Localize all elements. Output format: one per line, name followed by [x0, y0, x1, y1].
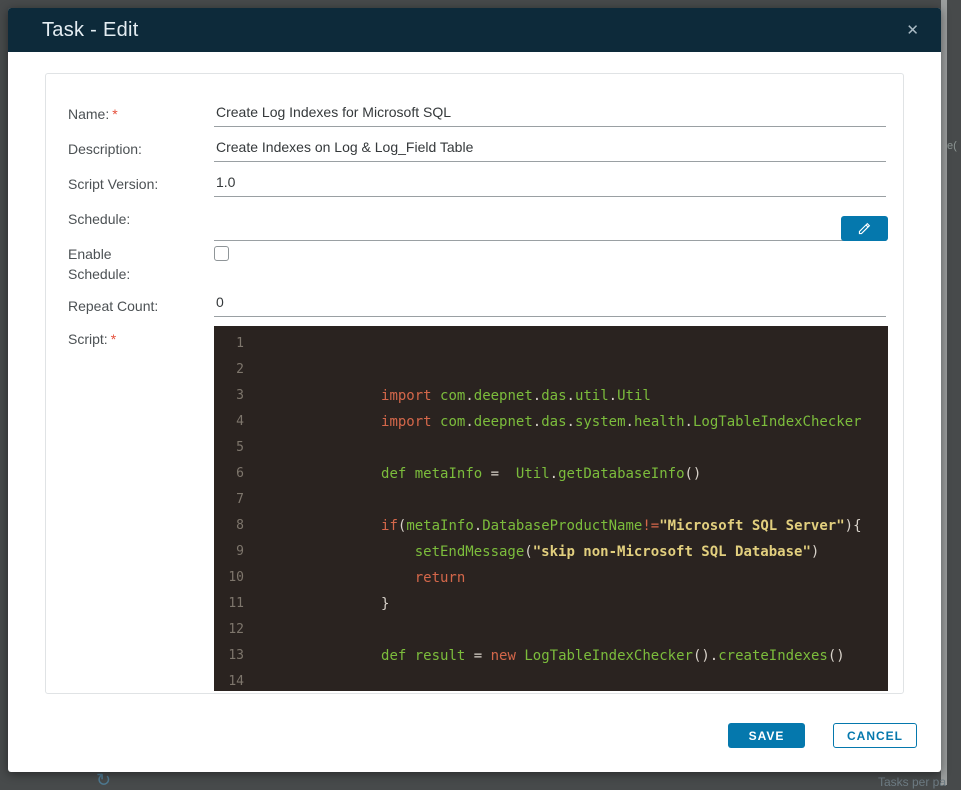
code-text — [244, 617, 263, 643]
repeat-count-input[interactable] — [214, 291, 886, 317]
code-text: setEndMessage("skip non-Microsoft SQL Da… — [244, 539, 819, 565]
task-edit-dialog: Task - Edit ✕ Name:* Description: Script… — [8, 8, 941, 772]
script-version-label: Script Version: — [68, 174, 158, 194]
line-number: 2 — [214, 357, 244, 383]
code-line: 13 def result = new LogTableIndexChecker… — [214, 643, 888, 669]
required-asterisk: * — [111, 331, 116, 347]
code-line: 9 setEndMessage("skip non-Microsoft SQL … — [214, 539, 888, 565]
code-text: def result = new LogTableIndexChecker().… — [244, 643, 845, 669]
code-line: 6 def metaInfo = Util.getDatabaseInfo() — [214, 461, 888, 487]
enable-schedule-checkbox[interactable] — [214, 246, 229, 261]
code-line: 14 — [214, 669, 888, 691]
refresh-icon: ↻ — [96, 771, 111, 789]
code-line: 11 } — [214, 591, 888, 617]
line-number: 7 — [214, 487, 244, 513]
name-label: Name:* — [68, 104, 118, 124]
schedule-input[interactable] — [214, 215, 886, 241]
code-text: return — [244, 565, 465, 591]
required-asterisk: * — [112, 106, 117, 122]
code-text — [244, 487, 263, 513]
app-background: { "backdrop": { "tasks_text_fragment": "… — [0, 0, 961, 785]
code-line: 4 import com.deepnet.das.system.health.L… — [214, 409, 888, 435]
line-number: 4 — [214, 409, 244, 435]
pencil-icon — [857, 221, 872, 236]
code-text — [244, 435, 263, 461]
code-line: 7 — [214, 487, 888, 513]
code-line: 10 return — [214, 565, 888, 591]
code-text: import com.deepnet.das.util.Util — [244, 383, 651, 409]
form-card: Name:* Description: Script Version: Sche… — [45, 73, 904, 694]
line-number: 12 — [214, 617, 244, 643]
page-scrollbar[interactable] — [941, 0, 947, 785]
close-icon[interactable]: ✕ — [902, 21, 923, 40]
code-line: 8 if(metaInfo.DatabaseProductName!="Micr… — [214, 513, 888, 539]
code-line: 12 — [214, 617, 888, 643]
description-input[interactable] — [214, 136, 886, 162]
repeat-count-label: Repeat Count: — [68, 296, 158, 316]
line-number: 3 — [214, 383, 244, 409]
dialog-title: Task - Edit — [42, 19, 139, 42]
code-text — [244, 669, 263, 691]
script-version-input[interactable] — [214, 171, 886, 197]
cancel-button[interactable]: CANCEL — [833, 723, 917, 748]
line-number: 8 — [214, 513, 244, 539]
line-number: 6 — [214, 461, 244, 487]
line-number: 9 — [214, 539, 244, 565]
code-line: 3 import com.deepnet.das.util.Util — [214, 383, 888, 409]
line-number: 11 — [214, 591, 244, 617]
code-text: } — [244, 591, 389, 617]
code-text — [244, 331, 263, 357]
code-text — [244, 357, 263, 383]
code-line: 1 — [214, 331, 888, 357]
dimmed-page-text-fragment: e( — [947, 140, 957, 152]
schedule-label: Schedule: — [68, 209, 130, 229]
dialog-header: Task - Edit ✕ — [8, 8, 941, 52]
code-text: import com.deepnet.das.system.health.Log… — [244, 409, 862, 435]
enable-schedule-label: Enable Schedule: — [68, 244, 148, 284]
script-label: Script:* — [68, 329, 116, 349]
script-code-editor[interactable]: 123 import com.deepnet.das.util.Util4 im… — [214, 326, 888, 691]
save-button[interactable]: SAVE — [728, 723, 805, 748]
tasks-per-page-label: Tasks per pa — [878, 775, 946, 789]
code-text: def metaInfo = Util.getDatabaseInfo() — [244, 461, 701, 487]
line-number: 1 — [214, 331, 244, 357]
line-number: 5 — [214, 435, 244, 461]
edit-schedule-button[interactable] — [841, 216, 888, 241]
code-text: if(metaInfo.DatabaseProductName!="Micros… — [244, 513, 862, 539]
code-line: 2 — [214, 357, 888, 383]
line-number: 10 — [214, 565, 244, 591]
description-label: Description: — [68, 139, 142, 159]
code-line: 5 — [214, 435, 888, 461]
line-number: 14 — [214, 669, 244, 691]
line-number: 13 — [214, 643, 244, 669]
name-input[interactable] — [214, 101, 886, 127]
